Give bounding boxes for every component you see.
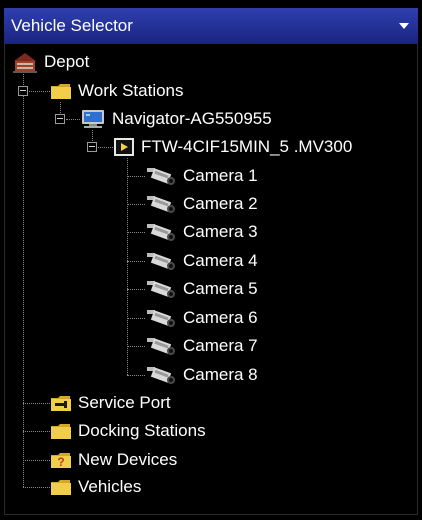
tree-item-recorder[interactable]: FTW-4CIF15MIN_5 .MV300 xyxy=(113,135,352,159)
tree-connector xyxy=(127,176,145,177)
recorder-icon xyxy=(113,137,135,157)
tree-item-label: Camera 5 xyxy=(183,279,258,298)
tree-item-service-port[interactable]: Service Port xyxy=(50,391,171,415)
tree-item-label: Work Stations xyxy=(78,81,184,100)
tree-item-work-stations[interactable]: Work Stations xyxy=(50,79,184,103)
tree-connector xyxy=(23,403,50,404)
tree-connector xyxy=(23,431,50,432)
tree-connector xyxy=(98,147,113,148)
device-tree: Depot Work Stations Navigator-AG550955 F… xyxy=(0,0,422,520)
tree-item-camera[interactable]: Camera 7 xyxy=(145,334,258,358)
tree-item-camera[interactable]: Camera 6 xyxy=(145,306,258,330)
tree-item-label: Camera 4 xyxy=(183,251,258,270)
tree-connector xyxy=(127,232,145,233)
tree-item-label: Docking Stations xyxy=(78,421,206,440)
tree-item-label: Navigator-AG550955 xyxy=(112,109,272,128)
tree-item-label: Camera 2 xyxy=(183,194,258,213)
tree-connector xyxy=(127,375,145,376)
tree-connector xyxy=(23,460,50,461)
svg-text:?: ? xyxy=(57,455,64,469)
tree-connector xyxy=(66,119,80,120)
tree-item-label: Vehicles xyxy=(78,477,142,496)
folder-icon xyxy=(50,478,72,496)
tree-item-label: Depot xyxy=(44,52,90,71)
tree-connector xyxy=(23,74,24,487)
tree-item-label: Service Port xyxy=(78,393,171,412)
folder-icon xyxy=(50,422,72,440)
tree-item-label: Camera 8 xyxy=(183,365,258,384)
tree-item-camera[interactable]: Camera 8 xyxy=(145,363,258,387)
service-port-icon xyxy=(50,394,72,412)
monitor-icon xyxy=(80,109,106,129)
tree-connector xyxy=(127,318,145,319)
tree-item-label: Camera 7 xyxy=(183,336,258,355)
collapse-toggle-work-stations[interactable] xyxy=(18,86,28,96)
tree-item-vehicles[interactable]: Vehicles xyxy=(50,475,141,499)
tree-connector xyxy=(127,289,145,290)
camera-icon xyxy=(145,278,177,300)
collapse-toggle-navigator[interactable] xyxy=(55,114,65,124)
tree-connector xyxy=(127,261,145,262)
tree-item-docking-stations[interactable]: Docking Stations xyxy=(50,419,206,443)
tree-connector xyxy=(127,158,128,375)
tree-connector xyxy=(127,346,145,347)
depot-icon xyxy=(12,51,38,73)
tree-item-camera[interactable]: Camera 1 xyxy=(145,164,258,188)
camera-icon xyxy=(145,165,177,187)
camera-icon xyxy=(145,221,177,243)
tree-connector xyxy=(23,487,50,488)
tree-item-camera[interactable]: Camera 2 xyxy=(145,192,258,216)
tree-item-label: Camera 6 xyxy=(183,308,258,327)
camera-icon xyxy=(145,364,177,386)
tree-connector xyxy=(127,204,145,205)
tree-connector xyxy=(29,91,50,92)
tree-item-label: New Devices xyxy=(78,450,178,469)
collapse-toggle-recorder[interactable] xyxy=(87,142,97,152)
camera-icon xyxy=(145,193,177,215)
tree-item-label: Camera 1 xyxy=(183,166,258,185)
tree-item-depot[interactable]: Depot xyxy=(12,50,89,74)
tree-item-camera[interactable]: Camera 4 xyxy=(145,249,258,273)
camera-icon xyxy=(145,335,177,357)
camera-icon xyxy=(145,250,177,272)
tree-item-label: FTW-4CIF15MIN_5 .MV300 xyxy=(141,137,353,156)
tree-item-navigator[interactable]: Navigator-AG550955 xyxy=(80,107,272,131)
tree-item-camera[interactable]: Camera 3 xyxy=(145,220,258,244)
folder-icon xyxy=(50,82,72,100)
tree-item-label: Camera 3 xyxy=(183,222,258,241)
camera-icon xyxy=(145,307,177,329)
new-devices-question-icon: ? xyxy=(50,451,72,469)
tree-item-camera[interactable]: Camera 5 xyxy=(145,277,258,301)
tree-item-new-devices[interactable]: ? New Devices xyxy=(50,448,177,472)
